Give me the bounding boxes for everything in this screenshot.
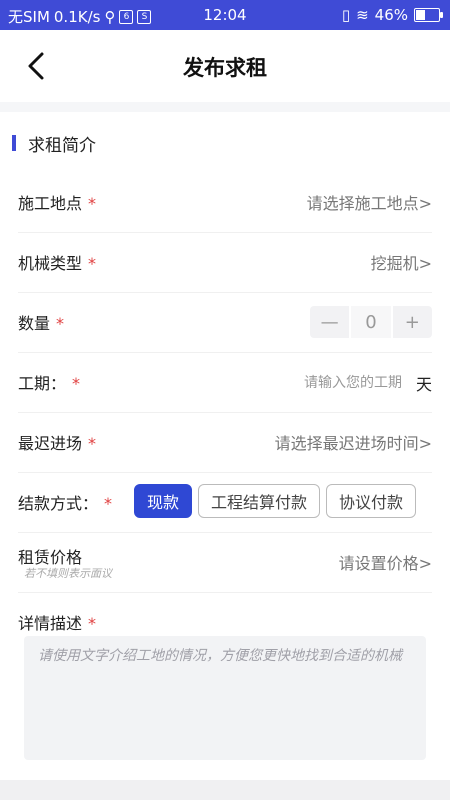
payment-row: 结款方式： * 现款 工程结算付款 协议付款 xyxy=(18,472,432,533)
required-mark: * xyxy=(72,374,81,393)
form-card: 求租简介 施工地点 * 请选择施工地点> 机械类型 * 挖掘机> 数量 * — 0 +… xyxy=(0,112,450,780)
duration-input[interactable]: 请输入您的工期 xyxy=(304,372,402,392)
price-select[interactable]: 请设置价格> xyxy=(339,550,432,574)
site-row[interactable]: 施工地点 * 请选择施工地点> xyxy=(18,172,432,233)
section-accent-bar xyxy=(12,135,16,151)
duration-unit: 天 xyxy=(415,375,432,394)
latest-entry-select[interactable]: 请选择最迟进场时间> xyxy=(275,430,432,454)
increment-button[interactable]: + xyxy=(393,306,432,338)
payment-option-settlement[interactable]: 工程结算付款 xyxy=(198,484,321,518)
required-mark: * xyxy=(88,254,97,273)
quantity-row: 数量 * — 0 + xyxy=(18,292,432,353)
nav-bar: 发布求租 xyxy=(0,30,450,102)
required-mark: * xyxy=(88,614,97,633)
site-label: 施工地点 xyxy=(18,194,83,213)
machine-type-label-wrap: 机械类型 * xyxy=(18,250,96,274)
price-hint: 若不填则表示面议 xyxy=(24,567,112,580)
site-select[interactable]: 请选择施工地点> xyxy=(307,190,432,214)
quantity-label-wrap: 数量 * xyxy=(18,310,64,334)
site-label-wrap: 施工地点 * xyxy=(18,190,96,214)
required-mark: * xyxy=(104,494,113,513)
required-mark: * xyxy=(88,194,97,213)
description-label-wrap: 详情描述 * xyxy=(18,610,96,634)
wifi-icon: ≋ xyxy=(356,6,369,24)
section-header: 求租简介 xyxy=(12,132,96,156)
payment-option-agreement[interactable]: 协议付款 xyxy=(326,484,417,518)
machine-type-row[interactable]: 机械类型 * 挖掘机> xyxy=(18,232,432,293)
section-title: 求租简介 xyxy=(28,135,96,156)
latest-entry-row[interactable]: 最迟进场 * 请选择最迟进场时间> xyxy=(18,412,432,473)
required-mark: * xyxy=(88,434,97,453)
duration-label-wrap: 工期： * xyxy=(18,370,80,394)
battery-percent: 46% xyxy=(374,6,408,24)
payment-option-cash[interactable]: 现款 xyxy=(134,484,193,518)
machine-type-label: 机械类型 xyxy=(18,254,83,273)
description-label: 详情描述 xyxy=(18,614,83,633)
price-row[interactable]: 租赁价格 若不填则表示面议 请设置价格> xyxy=(18,532,432,593)
page-title: 发布求租 xyxy=(183,56,267,80)
quantity-value[interactable]: 0 xyxy=(349,306,393,338)
decrement-button[interactable]: — xyxy=(310,306,349,338)
duration-row: 工期： * 请输入您的工期 天 xyxy=(18,352,432,413)
payment-options: 现款 工程结算付款 协议付款 xyxy=(134,484,417,518)
latest-entry-label-wrap: 最迟进场 * xyxy=(18,430,96,454)
payment-label-wrap: 结款方式： * xyxy=(18,490,112,514)
battery-level xyxy=(416,10,425,20)
latest-entry-label: 最迟进场 xyxy=(18,434,83,453)
required-mark: * xyxy=(56,314,65,333)
quantity-label: 数量 xyxy=(18,314,51,333)
description-textarea[interactable]: 请使用文字介绍工地的情况，方便您更快地找到合适的机械 xyxy=(24,636,426,760)
payment-label: 结款方式： xyxy=(18,494,99,513)
machine-type-select[interactable]: 挖掘机> xyxy=(371,250,432,274)
vibrate-icon: ▯ xyxy=(341,6,351,24)
bottom-strip xyxy=(0,780,450,800)
duration-label: 工期： xyxy=(18,374,67,393)
quantity-stepper: — 0 + xyxy=(310,306,432,338)
status-bar: 无SIM 0.1K/s ⚲ 6 S 12:04 ▯ ≋ 46% xyxy=(0,0,450,30)
battery-icon xyxy=(414,8,443,22)
